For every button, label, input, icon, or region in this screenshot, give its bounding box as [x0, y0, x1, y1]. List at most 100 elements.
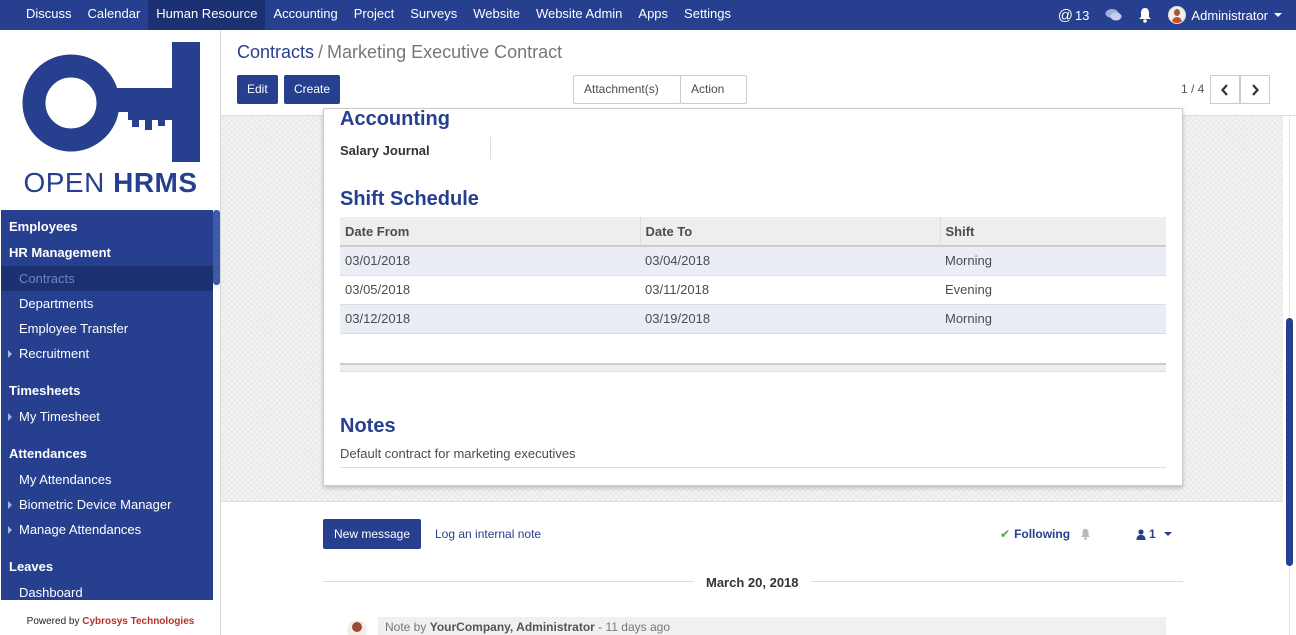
user-menu[interactable]: Administrator	[1160, 0, 1296, 30]
pager-next-button[interactable]	[1240, 75, 1270, 104]
column-date-from[interactable]: Date From	[340, 217, 641, 247]
user-avatar	[1168, 6, 1187, 24]
edit-button[interactable]: Edit	[237, 75, 278, 104]
following-button[interactable]: ✔ Following	[1000, 527, 1091, 541]
user-icon	[1136, 528, 1146, 540]
message-prefix: Note by	[385, 620, 427, 634]
breadcrumb-contracts[interactable]: Contracts	[237, 42, 314, 62]
sidebar-section-hr-management[interactable]: HR Management	[1, 240, 213, 266]
menu-settings[interactable]: Settings	[676, 0, 739, 30]
top-navbar: Discuss Calendar Human Resource Accounti…	[0, 0, 1296, 30]
mentions-button[interactable]: @ 13	[1050, 0, 1098, 30]
menu-surveys[interactable]: Surveys	[402, 0, 465, 30]
menu-website-admin[interactable]: Website Admin	[528, 0, 630, 30]
column-shift[interactable]: Shift	[940, 217, 1166, 247]
user-name: Administrator	[1191, 7, 1268, 23]
message-header: Note by YourCompany, Administrator - 11 …	[385, 620, 670, 634]
chevron-left-icon	[1221, 83, 1228, 96]
menu-apps[interactable]: Apps	[630, 0, 676, 30]
notes-text[interactable]: Default contract for marketing executive…	[340, 446, 576, 461]
brand-logo: OPEN HRMS	[0, 30, 221, 210]
following-label: Following	[1014, 527, 1071, 541]
cell-date-to: 03/19/2018	[640, 304, 940, 334]
systray: @ 13 Administrator	[1050, 0, 1296, 30]
sidebar-section-timesheets: Timesheets	[9, 383, 81, 398]
attachments-label: Attachment(s)	[584, 82, 659, 96]
cell-date-from: 03/05/2018	[340, 275, 640, 305]
chevron-down-icon	[1274, 13, 1282, 17]
action-label: Action	[691, 82, 725, 96]
followers-dropdown[interactable]: 1	[1136, 527, 1172, 541]
sidebar-item-employee-transfer[interactable]: Employee Transfer	[1, 316, 213, 341]
create-button[interactable]: Create	[284, 75, 341, 104]
sidebar-item-label: Recruitment	[19, 346, 90, 361]
sidebar-item-my-timesheet[interactable]: My Timesheet	[1, 404, 213, 429]
caret-right-icon	[8, 526, 12, 534]
sidebar-item-manage-attendances[interactable]: Manage Attendances	[1, 517, 213, 542]
main-scrollbar[interactable]	[1283, 116, 1296, 635]
control-panel: Contracts / Marketing Executive Contract E…	[221, 30, 1296, 119]
shift-schedule-heading: Shift Schedule	[340, 188, 479, 210]
menu-discuss[interactable]: Discuss	[18, 0, 80, 30]
sidebar-item-label: Biometric Device Manager	[19, 497, 172, 512]
table-row[interactable]: 03/01/2018 03/04/2018 Morning	[340, 246, 1166, 276]
sidebar-item-label: Manage Attendances	[19, 522, 142, 537]
notes-divider	[340, 467, 1166, 468]
menu-human-resource[interactable]: Human Resource	[148, 0, 266, 30]
cell-date-from: 03/12/2018	[340, 304, 640, 334]
brand-open: OPEN	[23, 167, 105, 198]
powered-by-company[interactable]: Cybrosys Technologies	[82, 616, 194, 627]
caret-right-icon	[8, 501, 12, 509]
scrollbar-thumb[interactable]	[1286, 318, 1293, 566]
message-author[interactable]: YourCompany, Administrator	[430, 620, 595, 634]
action-dropdown[interactable]: Action	[680, 75, 747, 119]
sidebar-section-leaves: Leaves	[9, 559, 54, 574]
caret-right-icon	[8, 350, 12, 358]
table-row[interactable]: 03/12/2018 03/19/2018 Morning	[340, 304, 1166, 334]
sidebar-section-attendances: Attendances	[9, 446, 88, 461]
caret-right-icon	[8, 413, 12, 421]
menu-project[interactable]: Project	[346, 0, 402, 30]
followers-count: 1	[1149, 527, 1156, 541]
cell-shift: Morning	[940, 246, 1166, 276]
mention-count: 13	[1074, 7, 1090, 23]
powered-by-label: Powered by	[26, 616, 80, 627]
menu-accounting[interactable]: Accounting	[265, 0, 345, 30]
pager-value[interactable]: 1 / 4	[1181, 82, 1204, 96]
table-row[interactable]: 03/05/2018 03/11/2018 Evening	[340, 275, 1166, 305]
sidebar-item-dashboard[interactable]: Dashboard	[1, 580, 213, 600]
salary-journal-label: Salary Journal	[340, 143, 430, 158]
open-hrms-logo-icon	[22, 42, 200, 162]
log-note-link[interactable]: Log an internal note	[435, 527, 541, 541]
check-icon: ✔	[1000, 527, 1011, 541]
sidebar-item-contracts[interactable]: Contracts	[1, 266, 213, 291]
table-footer	[340, 363, 1166, 372]
column-date-to[interactable]: Date To	[640, 217, 941, 247]
menu-website[interactable]: Website	[465, 0, 528, 30]
cell-date-to: 03/04/2018	[640, 246, 940, 276]
bell-icon[interactable]	[1080, 528, 1091, 540]
table-header-row: Date From Date To Shift	[340, 217, 1166, 247]
sidebar-scrollbar[interactable]	[213, 210, 220, 285]
at-icon: @	[1057, 6, 1073, 24]
sidebar-section-employees[interactable]: Employees	[1, 214, 213, 240]
cell-shift: Evening	[940, 275, 1166, 305]
sidebar-item-label: My Timesheet	[19, 409, 100, 424]
sidebar-item-my-attendances[interactable]: My Attendances	[1, 467, 213, 492]
chevron-down-icon	[1163, 532, 1172, 536]
chat-button[interactable]	[1097, 0, 1130, 30]
salary-journal-field[interactable]	[500, 143, 800, 159]
attachments-dropdown[interactable]: Attachment(s)	[573, 75, 681, 119]
sidebar-item-recruitment[interactable]: Recruitment	[1, 341, 213, 366]
message-avatar[interactable]	[347, 620, 367, 635]
chevron-right-icon	[1252, 83, 1259, 96]
notification-button[interactable]	[1130, 0, 1160, 30]
pager-previous-button[interactable]	[1210, 75, 1240, 104]
cell-date-to: 03/11/2018	[640, 275, 940, 305]
sidebar-item-departments[interactable]: Departments	[1, 291, 213, 316]
brand-hrms: HRMS	[113, 167, 198, 198]
menu-calendar[interactable]: Calendar	[80, 0, 149, 30]
new-message-button[interactable]: New message	[323, 519, 421, 549]
shift-schedule-table: Date From Date To Shift 03/01/2018 03/04…	[340, 217, 1166, 334]
sidebar-item-biometric-device-manager[interactable]: Biometric Device Manager	[1, 492, 213, 517]
